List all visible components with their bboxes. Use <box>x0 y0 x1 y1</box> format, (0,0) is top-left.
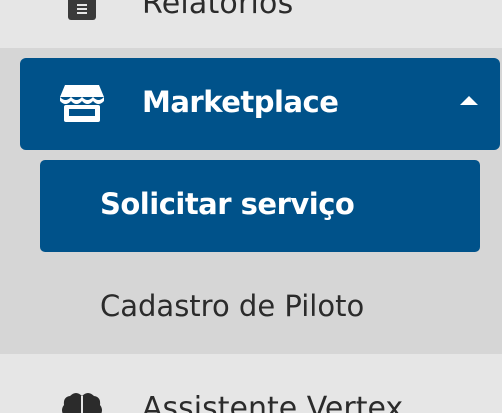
marketplace-label: Marketplace <box>142 85 339 119</box>
document-icon <box>68 0 96 20</box>
submenu-item-cadastro-de-piloto[interactable]: Cadastro de Piloto <box>40 262 480 354</box>
chevron-up-icon[interactable] <box>460 96 478 105</box>
sidebar-item-assistente-vertex[interactable]: Assistente Vertex <box>0 354 502 413</box>
submenu-item-label: Solicitar serviço <box>100 187 355 221</box>
sidebar-item-label: Assistente Vertex <box>142 391 404 413</box>
submenu-item-label: Cadastro de Piloto <box>100 289 365 323</box>
sidebar-item-relatorios[interactable]: Relatórios <box>0 0 502 48</box>
brain-icon <box>62 393 102 413</box>
store-icon <box>60 85 104 122</box>
sidebar-nav: Relatórios Marketplace Solicitar serviço… <box>0 0 502 413</box>
sidebar-item-label: Relatórios <box>142 0 294 21</box>
submenu-item-solicitar-servico[interactable]: Solicitar serviço <box>40 160 480 252</box>
sidebar-item-marketplace[interactable]: Marketplace <box>20 58 500 150</box>
